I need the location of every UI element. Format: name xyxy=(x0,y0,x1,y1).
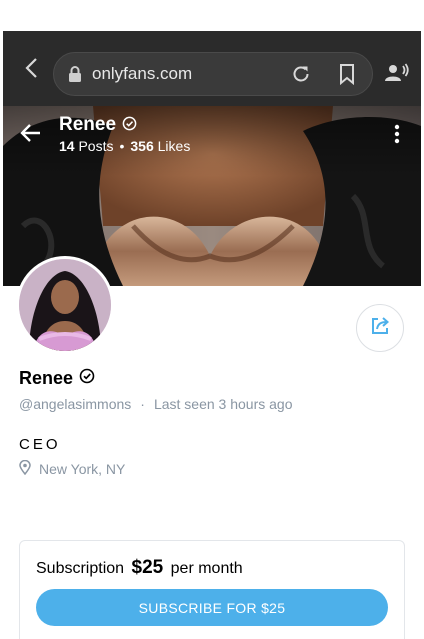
voice-icon[interactable] xyxy=(384,63,410,88)
subscribe-button[interactable]: SUBSCRIBE FOR $25 xyxy=(36,589,388,626)
likes-label: Likes xyxy=(157,138,191,154)
url-text: onlyfans.com xyxy=(92,64,193,83)
more-options-icon[interactable] xyxy=(394,124,400,149)
likes-count: 356 xyxy=(130,138,154,154)
posts-label: Posts xyxy=(78,138,114,154)
subscription-price-line: Subscription $25 per month xyxy=(36,557,243,579)
location-pin-icon xyxy=(19,459,31,478)
share-icon xyxy=(369,315,391,342)
profile-header: Renee xyxy=(19,368,95,389)
lock-icon xyxy=(68,65,82,88)
subscription-card: Subscription $25 per month SUBSCRIBE FOR… xyxy=(19,540,405,639)
reload-icon[interactable] xyxy=(290,63,312,90)
back-arrow-icon[interactable] xyxy=(20,122,42,149)
handle-separator: · xyxy=(140,396,145,412)
posts-count: 14 xyxy=(59,138,75,154)
share-button[interactable] xyxy=(356,304,404,352)
chevron-left-icon[interactable] xyxy=(16,53,46,83)
profile-stats: 14 Posts • 356 Likes xyxy=(59,138,190,154)
subscription-prefix: Subscription xyxy=(36,560,125,577)
verified-icon xyxy=(122,116,137,136)
address-bar[interactable]: onlyfans.com xyxy=(53,52,373,96)
subscription-suffix: per month xyxy=(170,560,243,577)
cover-name: Renee xyxy=(59,114,117,135)
stats-bullet: • xyxy=(119,138,125,154)
location-row: New York, NY xyxy=(19,459,126,478)
last-seen: Last seen 3 hours ago xyxy=(153,396,293,412)
location-text: New York, NY xyxy=(39,461,126,477)
cover-title: Renee xyxy=(59,114,137,136)
avatar[interactable] xyxy=(16,256,114,354)
avatar-photo xyxy=(19,259,111,351)
verified-icon xyxy=(79,368,95,389)
browser-toolbar: onlyfans.com xyxy=(3,31,421,106)
handle-row: @angelasimmons · Last seen 3 hours ago xyxy=(19,396,292,412)
bookmark-icon[interactable] xyxy=(338,63,356,90)
profile-bio: CEO xyxy=(19,436,61,453)
profile-name: Renee xyxy=(19,368,74,388)
subscription-price: $25 xyxy=(131,557,164,578)
profile-handle[interactable]: @angelasimmons xyxy=(19,396,131,412)
